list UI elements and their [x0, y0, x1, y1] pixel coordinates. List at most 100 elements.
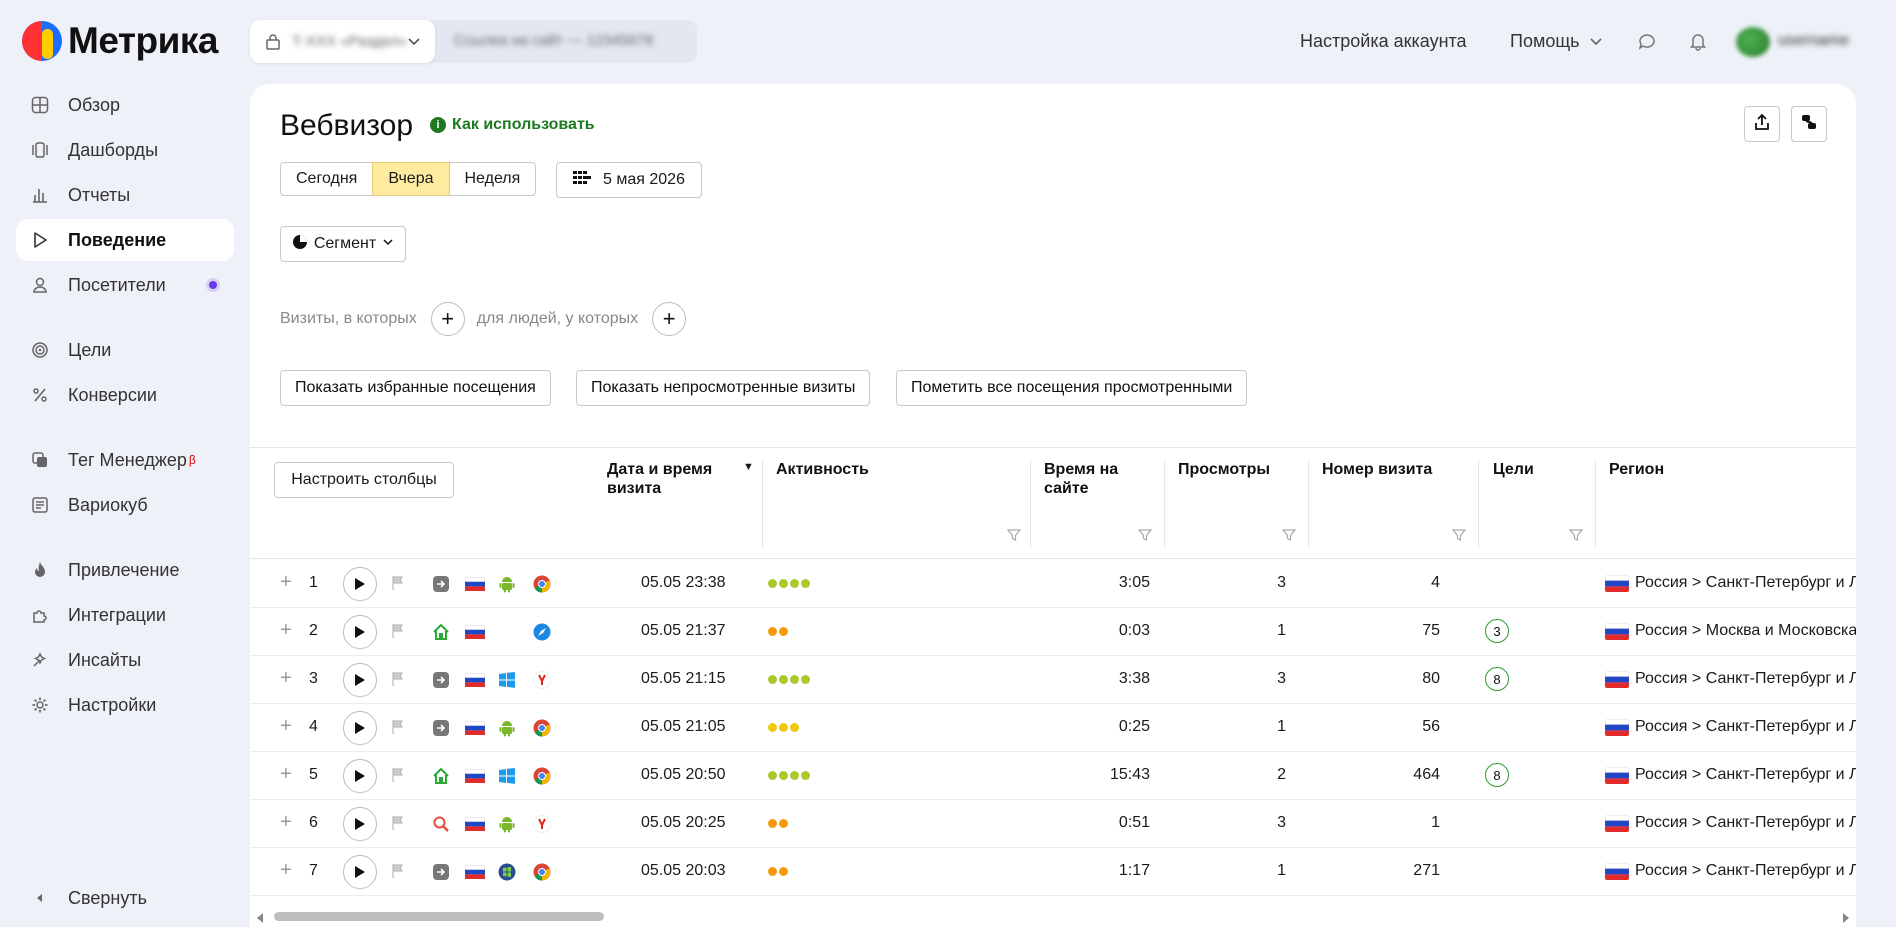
collapse-sidebar-button[interactable]: Свернуть	[16, 877, 234, 919]
date-picker-button[interactable]: 5 мая 2026	[556, 162, 702, 198]
goals-badge[interactable]: 3	[1485, 619, 1509, 643]
metrika-logo-icon	[22, 21, 62, 61]
settings-icon	[28, 693, 52, 717]
expand-row-icon[interactable]: +	[280, 571, 292, 594]
table-row[interactable]: +3 05.05 21:15 3:38 3 80 8 Россия > Санкт-Пете…	[250, 655, 1856, 704]
visit-number: 56	[1422, 718, 1440, 735]
add-people-filter-button[interactable]: +	[652, 302, 687, 336]
chevron-down-icon[interactable]	[1588, 33, 1608, 53]
sidebar-item-integrations[interactable]: Интеграции	[16, 594, 234, 636]
filter-funnel-icon[interactable]	[1281, 528, 1297, 542]
filter-funnel-icon[interactable]	[1137, 528, 1153, 542]
scroll-right-icon[interactable]	[1842, 910, 1850, 927]
table-row[interactable]: +1 05.05 23:38 3:05 3 4 Россия > Санкт-Петерб…	[250, 559, 1856, 608]
avatar[interactable]	[1736, 27, 1770, 57]
sidebar-item-acquisition[interactable]: Привлечение	[16, 549, 234, 591]
expand-row-icon[interactable]: +	[280, 619, 292, 642]
play-visit-button[interactable]	[343, 711, 377, 745]
share-button[interactable]	[1744, 106, 1780, 142]
column-goals[interactable]: Цели	[1493, 460, 1534, 479]
column-activity[interactable]: Активность	[776, 460, 869, 479]
play-visit-button[interactable]	[343, 567, 377, 601]
period-today-button[interactable]: Сегодня	[280, 162, 374, 196]
filter-funnel-icon[interactable]	[1568, 528, 1584, 542]
column-views[interactable]: Просмотры	[1178, 460, 1270, 479]
mark-all-watched-button[interactable]: Пометить все посещения просмотренными	[896, 370, 1248, 406]
table-row[interactable]: +7 05.05 20:03 1:17 1 271 Россия > Санкт-Пете…	[250, 847, 1856, 896]
flag-icon[interactable]	[390, 623, 408, 641]
russia-flag-icon	[464, 624, 486, 640]
visit-datetime: 05.05 21:05	[641, 718, 726, 735]
scroll-left-icon[interactable]	[256, 910, 264, 927]
flag-icon[interactable]	[390, 575, 408, 593]
sidebar-item-visitors[interactable]: Посетители	[16, 264, 234, 306]
sidebar-item-dashboards[interactable]: Дашборды	[16, 129, 234, 171]
sidebar-item-insights[interactable]: Инсайты	[16, 639, 234, 681]
column-datetime[interactable]: Дата и время визита	[607, 460, 717, 498]
flag-icon[interactable]	[390, 671, 408, 689]
expand-row-icon[interactable]: +	[280, 715, 292, 738]
flag-icon[interactable]	[390, 767, 408, 785]
play-visit-button[interactable]	[343, 855, 377, 889]
expand-row-icon[interactable]: +	[280, 859, 292, 882]
sidebar-item-overview[interactable]: Обзор	[16, 84, 234, 126]
flag-icon[interactable]	[390, 719, 408, 737]
bell-icon[interactable]	[1688, 31, 1708, 51]
show-unwatched-button[interactable]: Показать непросмотренные визиты	[576, 370, 871, 406]
show-favorites-button[interactable]: Показать избранные посещения	[280, 370, 551, 406]
horizontal-scrollbar[interactable]	[250, 904, 1856, 927]
counter-selector[interactable]: Т-ХХХ «Раздел» Ссылка на сайт — 12345678	[250, 20, 697, 63]
table-row[interactable]: +5 05.05 20:50 15:43 2 464 8 Россия > Санкт-Пе…	[250, 751, 1856, 800]
table-row[interactable]: +6 05.05 20:25 0:51 3 1 Россия > Санкт-Петерб…	[250, 799, 1856, 848]
help-menu[interactable]: Помощь	[1510, 31, 1580, 52]
logo[interactable]: Метрика	[22, 20, 218, 62]
configure-columns-button[interactable]: Настроить столбцы	[274, 462, 454, 498]
filter-funnel-icon[interactable]	[1006, 528, 1022, 542]
share-icon	[1754, 113, 1770, 136]
sidebar-item-settings[interactable]: Настройки	[16, 684, 234, 726]
play-visit-button[interactable]	[343, 807, 377, 841]
sort-desc-icon[interactable]: ▼	[743, 461, 754, 473]
expand-row-icon[interactable]: +	[280, 763, 292, 786]
goals-badge[interactable]: 8	[1485, 667, 1509, 691]
period-week-button[interactable]: Неделя	[448, 162, 537, 196]
sidebar-item-reports[interactable]: Отчеты	[16, 174, 234, 216]
play-visit-button[interactable]	[343, 663, 377, 697]
account-settings-link[interactable]: Настройка аккаунта	[1300, 31, 1467, 52]
date-label: 5 мая 2026	[603, 171, 685, 188]
safari-icon	[533, 623, 551, 641]
table-row[interactable]: +2 05.05 21:37 0:03 1 75 3 Россия > Москва и М…	[250, 607, 1856, 656]
table-row[interactable]: +4 05.05 21:05 0:25 1 56 Россия > Санкт-Петер…	[250, 703, 1856, 752]
play-visit-button[interactable]	[343, 759, 377, 793]
column-time-on-site[interactable]: Время на сайте	[1044, 460, 1134, 498]
add-visit-filter-button[interactable]: +	[430, 302, 465, 336]
sidebar-item-tag-manager[interactable]: Тег Менеджер β	[16, 439, 234, 481]
counter-dropdown[interactable]: Т-ХХХ «Раздел»	[250, 20, 435, 63]
user-name[interactable]: username	[1778, 32, 1849, 50]
period-yesterday-button[interactable]: Вчера	[372, 162, 450, 196]
chat-icon[interactable]	[1637, 31, 1657, 51]
sidebar-item-behavior[interactable]: Поведение	[16, 219, 234, 261]
scrollbar-thumb[interactable]	[274, 912, 604, 921]
flag-icon[interactable]	[390, 815, 408, 833]
goals-badge[interactable]: 8	[1485, 763, 1509, 787]
column-region[interactable]: Регион	[1609, 460, 1664, 479]
column-visit-number[interactable]: Номер визита	[1322, 460, 1432, 479]
filter-funnel-icon[interactable]	[1451, 528, 1467, 542]
flag-icon[interactable]	[390, 863, 408, 881]
windows-icon	[498, 767, 516, 785]
link-button[interactable]	[1791, 106, 1827, 142]
russia-flag-icon	[464, 672, 486, 688]
activity-indicator	[768, 675, 810, 684]
expand-row-icon[interactable]: +	[280, 667, 292, 690]
time-on-site: 0:03	[1118, 622, 1150, 639]
sidebar-item-label: Конверсии	[68, 384, 157, 405]
expand-row-icon[interactable]: +	[280, 811, 292, 834]
segment-dropdown[interactable]: Сегмент	[280, 226, 406, 262]
sidebar-item-goals[interactable]: Цели	[16, 329, 234, 371]
how-to-link[interactable]: i Как использовать	[430, 116, 595, 134]
sidebar-item-conversions[interactable]: Конверсии	[16, 374, 234, 416]
sidebar-item-variocube[interactable]: Вариокуб	[16, 484, 234, 526]
play-visit-button[interactable]	[343, 615, 377, 649]
chevron-down-icon	[407, 34, 421, 53]
